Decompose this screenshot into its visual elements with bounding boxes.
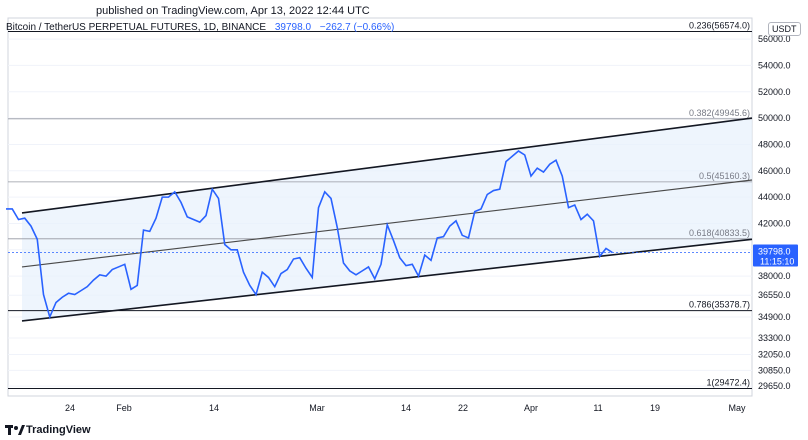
price-axis[interactable]: 29650.0 30850.0 32050.0 33300.0 34900.0 36550… [758, 34, 791, 391]
fib-label: 0.618(40833.5) [689, 228, 750, 238]
currency-badge[interactable]: USDT [768, 22, 801, 36]
y-tick-label: 38000.0 [758, 271, 791, 281]
y-tick-label: 33300.0 [758, 333, 791, 343]
x-tick-label: Apr [524, 403, 538, 413]
fib-label: 0.5(45160.3) [699, 171, 750, 181]
fib-label: 0.786(35378.7) [689, 300, 750, 310]
price-chart[interactable]: 0.236(56574.0) 0.382(49945.6) 0.5(45160.3)… [0, 0, 808, 440]
y-tick-label: 36550.0 [758, 290, 791, 300]
last-price-value: 39798.0 [758, 246, 791, 256]
change-value: −262.7 (−0.66%) [319, 22, 395, 33]
tradingview-logo-icon [5, 425, 25, 435]
x-tick-label: 24 [65, 403, 75, 413]
y-tick-label: 34900.0 [758, 312, 791, 322]
x-tick-label: 11 [593, 403, 602, 413]
last-price-tag: 39798.011:15:10 [753, 244, 798, 267]
chart-footer: TradingView [0, 421, 808, 440]
x-tick-label: 14 [401, 403, 411, 413]
x-tick-label: Feb [116, 403, 132, 413]
y-tick-label: 30850.0 [758, 365, 791, 375]
y-tick-label: 48000.0 [758, 139, 791, 149]
symbol-name: Bitcoin / TetherUS PERPETUAL FUTURES, 1D… [6, 22, 267, 33]
symbol-legend[interactable]: Bitcoin / TetherUS PERPETUAL FUTURES, 1D… [6, 22, 400, 33]
x-tick-label: 22 [458, 403, 468, 413]
x-tick-label: Mar [309, 403, 325, 413]
fib-label: 0.236(56574.0) [689, 21, 750, 31]
fib-label: 0.382(49945.6) [689, 108, 750, 118]
x-tick-label: May [728, 403, 746, 413]
y-tick-label: 46000.0 [758, 166, 791, 176]
y-tick-label: 32050.0 [758, 350, 791, 360]
time-axis[interactable]: 24 Feb 14 Mar 14 22 Apr 11 19 May [65, 403, 746, 413]
x-tick-label: 14 [209, 403, 219, 413]
y-tick-label: 50000.0 [758, 113, 791, 123]
x-tick-label: 19 [650, 403, 660, 413]
y-tick-label: 52000.0 [758, 87, 791, 97]
last-value: 39798.0 [274, 22, 312, 33]
y-tick-label: 44000.0 [758, 192, 791, 202]
y-tick-label: 29650.0 [758, 381, 791, 391]
tradingview-brand: TradingView [26, 424, 91, 436]
y-tick-label: 42000.0 [758, 218, 791, 228]
y-tick-label: 54000.0 [758, 60, 791, 70]
fib-label: 1(29472.4) [706, 377, 750, 387]
countdown-value: 11:15:10 [760, 256, 794, 266]
